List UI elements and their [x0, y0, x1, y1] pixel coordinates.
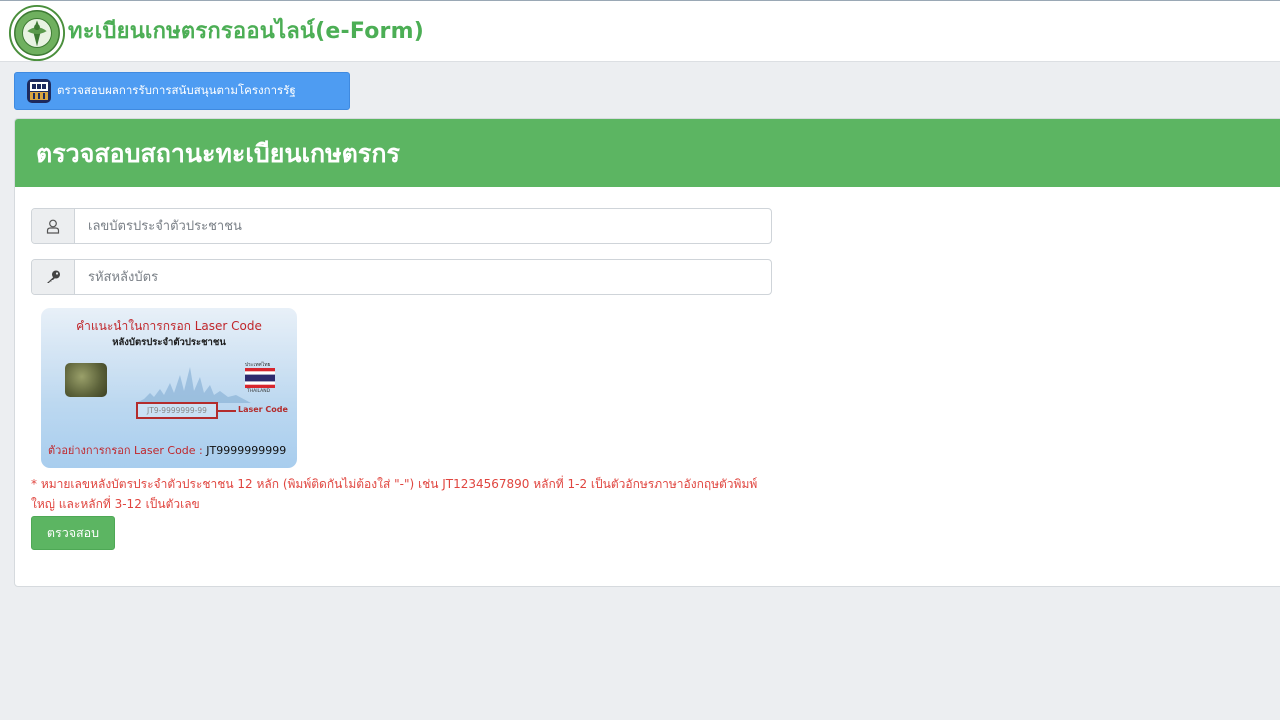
laser-code-example-label: ตัวอย่างการกรอก Laser Code :: [48, 444, 203, 457]
laser-code-example-value: JT9999999999: [206, 444, 287, 457]
top-bar: ทะเบียนเกษตรกรออนไลน์(e-Form): [0, 0, 1280, 62]
laser-code-addon: [32, 260, 75, 294]
app-title: ทะเบียนเกษตรกรออนไลน์(e-Form): [68, 19, 424, 44]
laser-code-example: ตัวอย่างการกรอก Laser Code : JT999999999…: [48, 441, 286, 459]
laser-code-note: * หมายเลขหลังบัตรประจำตัวประชาชน 12 หลัก…: [31, 477, 758, 511]
laser-code-pointer-label: Laser Code: [238, 405, 288, 414]
support-result-button[interactable]: ตรวจสอบผลการรับการสนับสนุนตามโครงการรัฐ: [14, 72, 350, 110]
id-card-input-group: [31, 208, 772, 244]
ministry-seal-icon: [8, 4, 66, 62]
id-card-addon: [32, 209, 75, 243]
id-card-input[interactable]: [75, 209, 771, 243]
laser-code-pointer: [218, 410, 236, 412]
government-building-icon: [27, 79, 51, 103]
laser-code-input[interactable]: [75, 260, 771, 294]
flag-country-label-en: THAILAND: [247, 389, 271, 394]
user-icon: [46, 219, 60, 234]
status-check-panel: ตรวจสอบสถานะทะเบียนเกษตรกร คำแนะนำในการก…: [14, 118, 1280, 587]
card-guide-subtitle: หลังบัตรประจำตัวประชาชน: [112, 337, 226, 348]
laser-code-input-group: [31, 259, 772, 295]
laser-code-sample: JT9-9999999-99: [136, 402, 218, 419]
panel-title: ตรวจสอบสถานะทะเบียนเกษตรกร: [36, 139, 400, 168]
laser-code-guide-card: คำแนะนำในการกรอก Laser Code หลังบัตรประจ…: [41, 308, 297, 468]
card-chip: [65, 363, 107, 397]
card-guide-title: คำแนะนำในการกรอก Laser Code: [76, 319, 262, 333]
thai-flag-icon: [245, 368, 275, 388]
panel-header: ตรวจสอบสถานะทะเบียนเกษตรกร: [15, 119, 1280, 187]
support-result-label: ตรวจสอบผลการรับการสนับสนุนตามโครงการรัฐ: [57, 83, 296, 97]
check-button[interactable]: ตรวจสอบ: [31, 516, 115, 550]
card-temple-silhouette: [136, 367, 251, 403]
key-icon: [47, 270, 60, 283]
